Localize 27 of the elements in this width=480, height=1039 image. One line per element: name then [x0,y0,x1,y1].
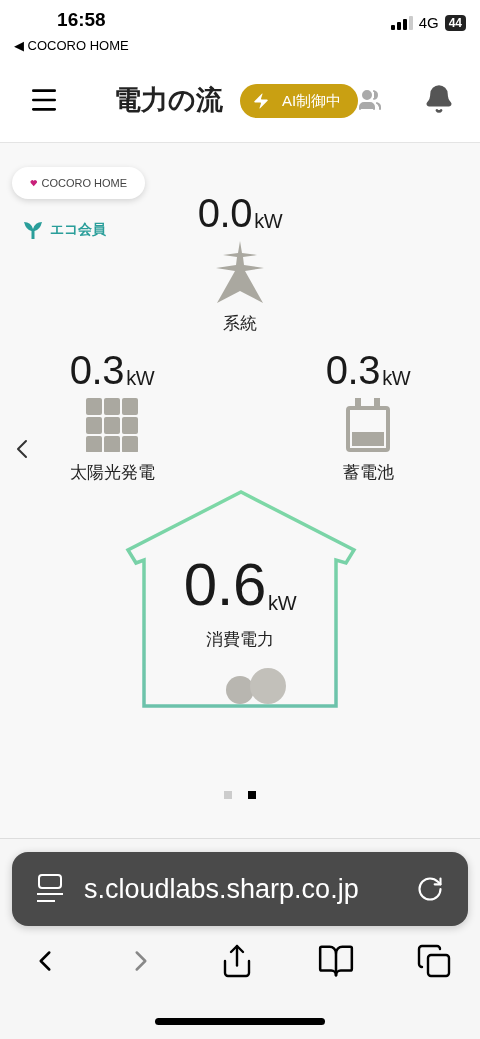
node-label: 消費電力 [206,629,274,651]
power-reading: 0.0kW [197,193,283,233]
node-label: 蓄電池 [342,462,394,484]
url-text: s.cloudlabs.sharp.co.jp [84,872,360,906]
reload-icon[interactable] [416,875,444,903]
lightning-icon [252,92,270,110]
power-reading: 0.6 kW [183,555,297,615]
node-label: 系統 [223,313,257,335]
network-type: 4G [418,12,439,33]
battery-icon [346,398,390,452]
back-to-app-link[interactable]: ◀ COCORO HOME [14,36,129,56]
reader-icon[interactable] [36,873,64,905]
sprout-icon [24,220,42,239]
status-time: 16:58 [57,10,106,29]
address-bar[interactable]: s.cloudlabs.sharp.co.jp [12,852,468,926]
power-reading: 0.3kW [325,350,411,390]
cocoro-home-logo: COCORO HOME [12,167,145,199]
battery-indicator: 44 [444,15,466,31]
power-tower-icon [215,241,265,303]
membership-label: エコ会員 [50,220,106,239]
power-reading: 0.3kW [69,350,155,390]
tabs-icon[interactable] [416,943,452,979]
node-label: 太陽光発電 [69,462,155,484]
notification-icon[interactable] [424,84,454,114]
page-title: 電力の流 [114,83,223,117]
solar-panel-icon [86,398,138,452]
signal-icon [390,16,413,30]
